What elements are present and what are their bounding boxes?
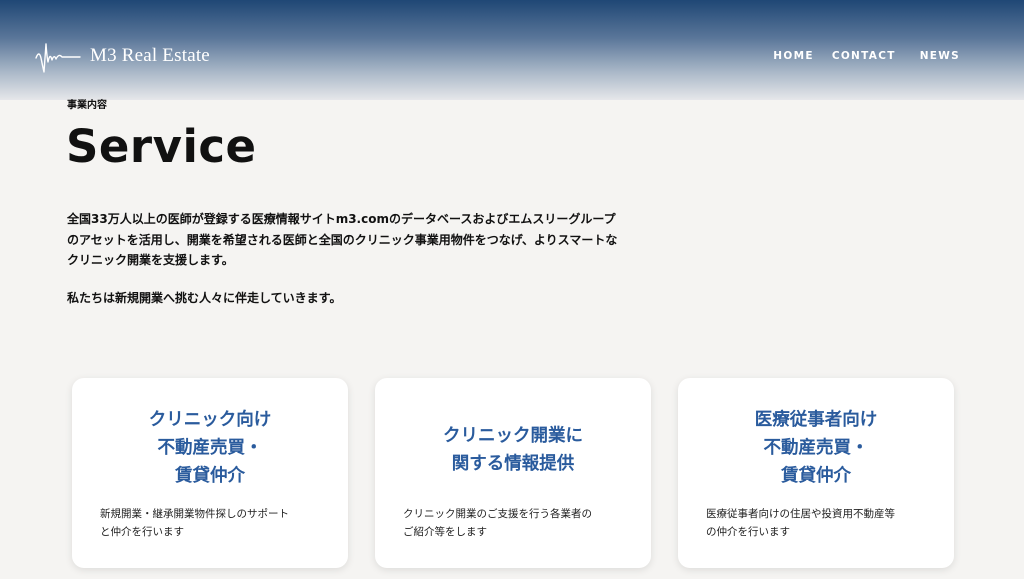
page-title: Service xyxy=(66,120,257,173)
section-eyebrow: 事業内容 xyxy=(67,100,107,111)
logo-link[interactable]: M3 Real Estate xyxy=(34,38,210,74)
site-header: M3 Real Estate HOME CONTACT NEWS xyxy=(0,0,1024,100)
service-card-clinic-info[interactable]: クリニック開業に 関する情報提供 クリニック開業のご支援を行う各業者の ご紹介等… xyxy=(375,378,651,568)
nav-news-link[interactable]: NEWS xyxy=(920,50,960,62)
nav-contact-link[interactable]: CONTACT xyxy=(832,50,896,62)
card-description: 医療従事者向けの住居や投資用不動産等 の仲介を行います xyxy=(706,508,895,538)
intro-paragraph: 全国33万人以上の医師が登録する医療情報サイトm3.comのデータベースおよびエ… xyxy=(67,212,618,267)
card-description: クリニック開業のご支援を行う各業者の ご紹介等をします xyxy=(403,508,592,538)
waveform-signature-icon xyxy=(35,43,81,73)
service-card-clinic-real-estate[interactable]: クリニック向け 不動産売買・ 賃貸仲介 新規開業・継承開業物件探しのサポート と… xyxy=(72,378,348,568)
service-card-medical-staff-real-estate[interactable]: 医療従事者向け 不動産売買・ 賃貸仲介 医療従事者向けの住居や投資用不動産等 の… xyxy=(678,378,954,568)
card-title: クリニック向け 不動産売買・ 賃貸仲介 xyxy=(148,410,272,486)
card-title: 医療従事者向け 不動産売買・ 賃貸仲介 xyxy=(754,410,878,486)
main-nav: HOME CONTACT NEWS xyxy=(773,50,960,62)
nav-home-link[interactable]: HOME xyxy=(773,50,814,62)
outro-paragraph: 私たちは新規開業へ挑む人々に伴走していきます。 xyxy=(67,291,342,305)
card-title: クリニック開業に 関する情報提供 xyxy=(443,426,583,474)
card-description: 新規開業・継承開業物件探しのサポート と仲介を行います xyxy=(100,508,289,538)
logo-text: M3 Real Estate xyxy=(90,45,210,66)
